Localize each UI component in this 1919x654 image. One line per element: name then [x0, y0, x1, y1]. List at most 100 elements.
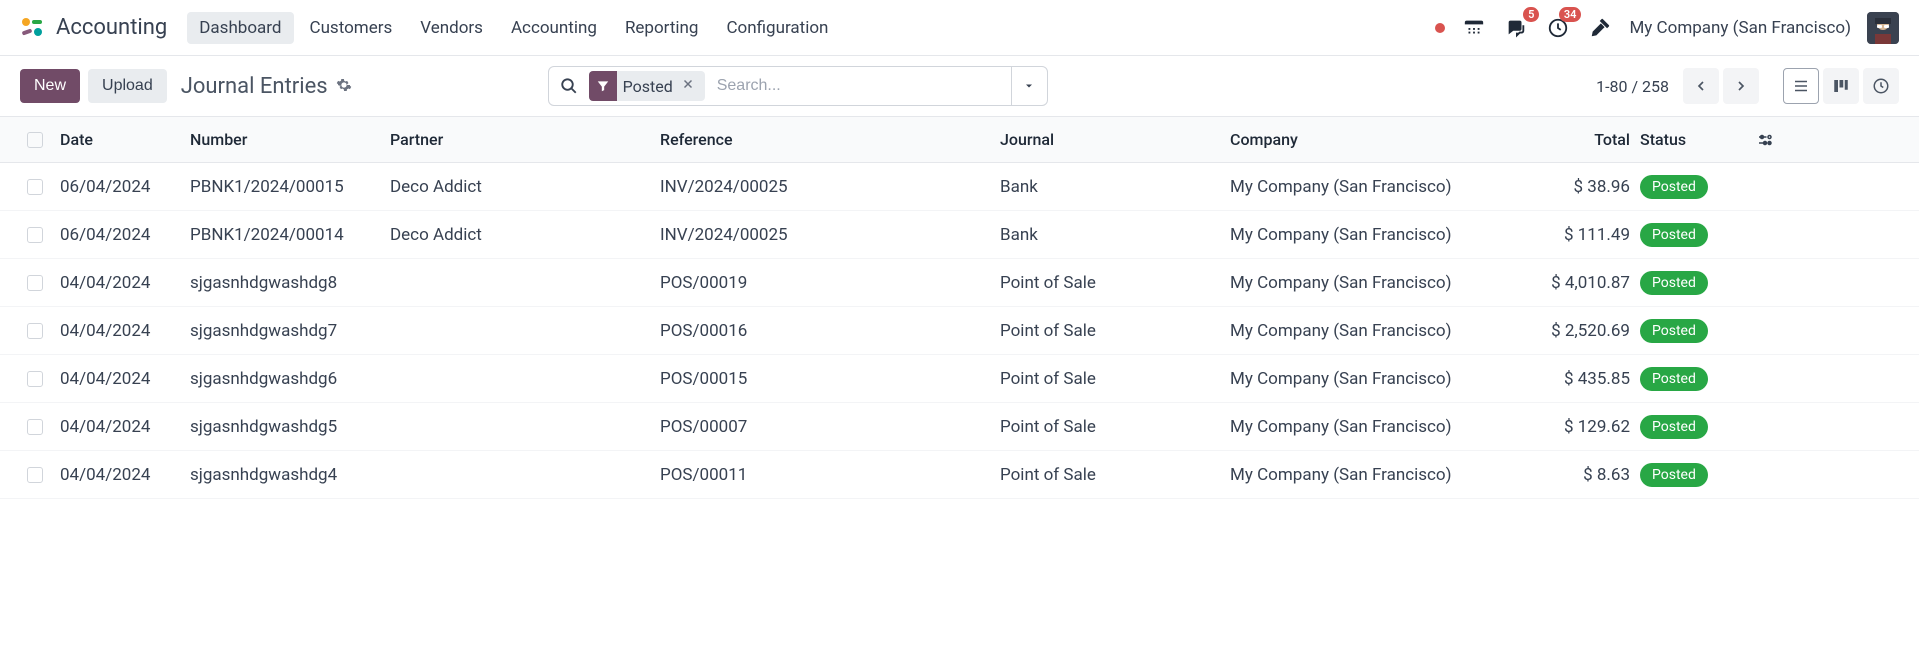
th-reference[interactable]: Reference [660, 130, 1000, 149]
pager-next-button[interactable] [1723, 68, 1759, 104]
th-total[interactable]: Total [1520, 130, 1640, 149]
cell-reference: INV/2024/00025 [660, 177, 1000, 197]
view-title-text: Journal Entries [181, 74, 328, 99]
table-row[interactable]: 04/04/2024 sjgasnhdgwashdg5 POS/00007 Po… [0, 403, 1919, 451]
pager-prev-button[interactable] [1683, 68, 1719, 104]
search-dropdown-toggle[interactable] [1011, 67, 1047, 105]
columns-settings-icon[interactable] [1740, 131, 1790, 149]
th-company[interactable]: Company [1230, 130, 1520, 149]
cell-total: $ 4,010.87 [1520, 273, 1640, 293]
activities-badge: 34 [1559, 7, 1582, 22]
cell-partner: Deco Addict [390, 177, 660, 197]
cell-journal: Point of Sale [1000, 465, 1230, 485]
cell-number: sjgasnhdgwashdg6 [190, 369, 390, 389]
menu-item-customers[interactable]: Customers [298, 12, 405, 44]
search-input[interactable] [711, 67, 1011, 105]
user-avatar[interactable] [1867, 12, 1899, 44]
cell-total: $ 435.85 [1520, 369, 1640, 389]
table-row[interactable]: 04/04/2024 sjgasnhdgwashdg8 POS/00019 Po… [0, 259, 1919, 307]
upload-button[interactable]: Upload [88, 69, 167, 103]
cell-reference: POS/00016 [660, 321, 1000, 341]
cell-total: $ 129.62 [1520, 417, 1640, 437]
row-checkbox[interactable] [10, 275, 60, 291]
cell-number: sjgasnhdgwashdg4 [190, 465, 390, 485]
th-journal[interactable]: Journal [1000, 130, 1230, 149]
cell-total: $ 2,520.69 [1520, 321, 1640, 341]
cell-number: PBNK1/2024/00014 [190, 225, 390, 245]
app-title[interactable]: Accounting [56, 15, 167, 40]
phone-icon[interactable] [1461, 15, 1487, 41]
pager-text[interactable]: 1-80 / 258 [1596, 77, 1669, 96]
cell-date: 04/04/2024 [60, 321, 190, 341]
cell-journal: Point of Sale [1000, 321, 1230, 341]
cell-status: Posted [1640, 223, 1740, 247]
gear-icon[interactable] [336, 74, 352, 99]
status-badge: Posted [1640, 463, 1708, 487]
row-checkbox[interactable] [10, 179, 60, 195]
menu-item-accounting[interactable]: Accounting [499, 12, 609, 44]
cell-reference: POS/00019 [660, 273, 1000, 293]
cell-total: $ 8.63 [1520, 465, 1640, 485]
cell-reference: POS/00011 [660, 465, 1000, 485]
table-row[interactable]: 04/04/2024 sjgasnhdgwashdg4 POS/00011 Po… [0, 451, 1919, 499]
funnel-icon[interactable] [589, 71, 617, 101]
cell-date: 06/04/2024 [60, 177, 190, 197]
table-row[interactable]: 04/04/2024 sjgasnhdgwashdg7 POS/00016 Po… [0, 307, 1919, 355]
cell-total: $ 111.49 [1520, 225, 1640, 245]
table-body: 06/04/2024 PBNK1/2024/00015 Deco Addict … [0, 163, 1919, 499]
company-selector[interactable]: My Company (San Francisco) [1629, 18, 1851, 38]
cell-journal: Point of Sale [1000, 417, 1230, 437]
cell-number: PBNK1/2024/00015 [190, 177, 390, 197]
app-logo-icon[interactable] [20, 16, 44, 40]
view-kanban-button[interactable] [1823, 68, 1859, 104]
th-number[interactable]: Number [190, 130, 390, 149]
status-badge: Posted [1640, 415, 1708, 439]
messages-icon[interactable]: 5 [1503, 15, 1529, 41]
tools-icon[interactable] [1587, 15, 1613, 41]
view-title: Journal Entries [181, 74, 352, 99]
view-activity-button[interactable] [1863, 68, 1899, 104]
cell-journal: Bank [1000, 177, 1230, 197]
view-list-button[interactable] [1783, 68, 1819, 104]
controlbar-right: 1-80 / 258 [1596, 68, 1899, 104]
menu-item-vendors[interactable]: Vendors [408, 12, 495, 44]
filter-chip: Posted [589, 71, 705, 101]
table-row[interactable]: 06/04/2024 PBNK1/2024/00014 Deco Addict … [0, 211, 1919, 259]
cell-reference: INV/2024/00025 [660, 225, 1000, 245]
th-status[interactable]: Status [1640, 130, 1740, 149]
table-row[interactable]: 04/04/2024 sjgasnhdgwashdg6 POS/00015 Po… [0, 355, 1919, 403]
cell-number: sjgasnhdgwashdg7 [190, 321, 390, 341]
table-row[interactable]: 06/04/2024 PBNK1/2024/00015 Deco Addict … [0, 163, 1919, 211]
cell-status: Posted [1640, 175, 1740, 199]
cell-journal: Point of Sale [1000, 273, 1230, 293]
row-checkbox[interactable] [10, 467, 60, 483]
status-badge: Posted [1640, 367, 1708, 391]
cell-date: 04/04/2024 [60, 369, 190, 389]
cell-reference: POS/00015 [660, 369, 1000, 389]
row-checkbox[interactable] [10, 419, 60, 435]
th-date[interactable]: Date [60, 130, 190, 149]
cell-journal: Point of Sale [1000, 369, 1230, 389]
row-checkbox[interactable] [10, 371, 60, 387]
cell-partner: Deco Addict [390, 225, 660, 245]
cell-company: My Company (San Francisco) [1230, 177, 1520, 197]
topbar: Accounting DashboardCustomersVendorsAcco… [0, 0, 1919, 56]
cell-company: My Company (San Francisco) [1230, 321, 1520, 341]
new-button[interactable]: New [20, 69, 80, 103]
activities-icon[interactable]: 34 [1545, 15, 1571, 41]
status-dot-icon[interactable] [1435, 23, 1445, 33]
filter-chip-close-icon[interactable] [679, 77, 697, 95]
menu-item-dashboard[interactable]: Dashboard [187, 12, 293, 44]
menu-item-reporting[interactable]: Reporting [613, 12, 711, 44]
main-menu: DashboardCustomersVendorsAccountingRepor… [187, 12, 840, 44]
status-badge: Posted [1640, 271, 1708, 295]
header-checkbox[interactable] [10, 132, 60, 148]
cell-date: 06/04/2024 [60, 225, 190, 245]
row-checkbox[interactable] [10, 227, 60, 243]
th-partner[interactable]: Partner [390, 130, 660, 149]
menu-item-configuration[interactable]: Configuration [714, 12, 840, 44]
cell-journal: Bank [1000, 225, 1230, 245]
cell-number: sjgasnhdgwashdg5 [190, 417, 390, 437]
search-icon[interactable] [549, 67, 589, 105]
row-checkbox[interactable] [10, 323, 60, 339]
